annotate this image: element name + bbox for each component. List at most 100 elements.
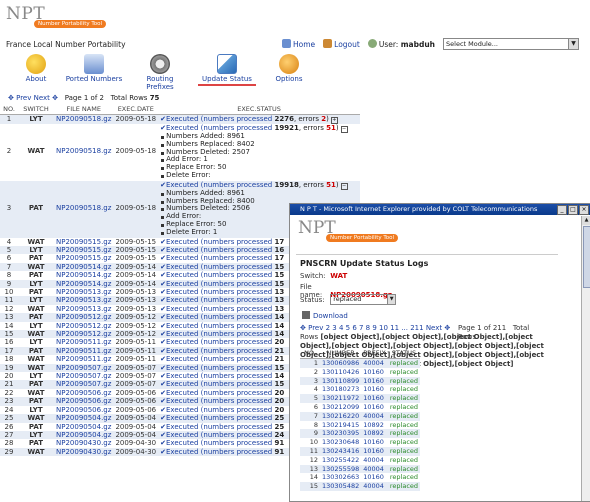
- row-file-link[interactable]: NP20090512.gz: [54, 313, 114, 322]
- update-status-button[interactable]: Update Status: [198, 54, 256, 86]
- log-row-number[interactable]: 130211972: [320, 394, 362, 403]
- row-file-link[interactable]: NP20090513.gz: [54, 288, 113, 296]
- row-no: 24: [4, 405, 14, 414]
- log-row-number[interactable]: 130302663: [320, 473, 361, 482]
- row-file-link[interactable]: NP20090518.gz: [54, 180, 114, 238]
- row-file-link[interactable]: NP20090504.gz: [54, 423, 113, 431]
- home-link-text[interactable]: Home: [293, 40, 315, 49]
- log-row-number[interactable]: 130180273: [320, 385, 361, 394]
- popup-col-status[interactable]: STATUS: [387, 348, 421, 359]
- row-file-link[interactable]: NP20090430.gz: [54, 447, 114, 457]
- row-switch: LYT: [29, 372, 43, 381]
- row-file-link[interactable]: NP20090511.gz: [54, 355, 113, 363]
- row-file-link[interactable]: NP20090511.gz: [54, 346, 114, 356]
- popup-next-link[interactable]: Next ✥: [426, 324, 450, 332]
- prev-link[interactable]: ✥ Prev: [8, 94, 31, 102]
- row-file-link[interactable]: NP20090514.gz: [54, 271, 113, 279]
- ported-numbers-button[interactable]: Ported Numbers: [64, 54, 124, 83]
- row-file-link[interactable]: NP20090513.gz: [54, 296, 114, 305]
- maximize-button[interactable]: □: [568, 205, 578, 215]
- row-file-link[interactable]: NP20090506.gz: [54, 406, 113, 414]
- log-row-no: 14: [309, 473, 318, 482]
- popup-col-prefix[interactable]: PREFIX: [361, 348, 388, 359]
- row-file-link[interactable]: NP20090518.gz: [54, 114, 114, 124]
- numbers-processed-label: (numbers processed: [200, 271, 273, 280]
- popup-scrollbar[interactable]: ▲: [581, 216, 590, 501]
- popup-col-number[interactable]: NUMBER: [320, 348, 362, 359]
- log-row-no: 11: [300, 446, 320, 456]
- user-icon: [367, 39, 377, 48]
- log-row-number[interactable]: 130230395: [320, 429, 362, 439]
- log-row-number[interactable]: 130255422: [320, 456, 361, 465]
- row-no: 26: [4, 422, 14, 431]
- popup-page-links[interactable]: 2 3 4 5 6 7 8 9 10 11 ... 211: [326, 324, 424, 332]
- row-file-link[interactable]: NP20090518.gz: [54, 124, 113, 181]
- log-row-number[interactable]: 130216220: [320, 411, 362, 421]
- log-row-number[interactable]: 130243416: [320, 446, 362, 456]
- popup-col-no[interactable]: NO.: [300, 348, 320, 359]
- scroll-thumb[interactable]: [583, 226, 590, 288]
- scroll-up-icon[interactable]: ▲: [582, 216, 590, 225]
- row-file-link[interactable]: NP20090506.gz: [54, 389, 113, 397]
- minimize-button[interactable]: _: [557, 205, 567, 215]
- logout-link-text[interactable]: Logout: [334, 40, 360, 49]
- row-file-link[interactable]: NP20090515.gz: [54, 245, 114, 255]
- row-file-link[interactable]: NP20090430.gz: [54, 439, 113, 447]
- about-button[interactable]: About: [22, 54, 50, 83]
- log-row-status: replaced: [387, 429, 421, 439]
- row-file-link[interactable]: NP20090504.gz: [54, 430, 114, 440]
- exec-status-label: Executed: [166, 430, 199, 439]
- log-row-number[interactable]: 130230648: [320, 438, 361, 447]
- routing-prefixes-button[interactable]: Routing Prefixes: [132, 54, 188, 91]
- log-row-number[interactable]: 130212099: [320, 403, 361, 412]
- col-file-name[interactable]: FILE NAME: [54, 104, 114, 115]
- row-file-link[interactable]: NP20090513.gz: [54, 305, 113, 313]
- exec-status-label: Executed: [166, 414, 199, 423]
- log-row-number[interactable]: 130110899: [320, 376, 362, 386]
- expand-toggle-icon[interactable]: −: [340, 126, 348, 133]
- row-file-link[interactable]: NP20090515.gz: [54, 238, 113, 246]
- row-file-link[interactable]: NP20090507.gz: [54, 380, 114, 389]
- about-label: About: [25, 75, 47, 83]
- row-file-link[interactable]: NP20090514.gz: [54, 262, 114, 272]
- col-exec-status[interactable]: EXEC.STATUS: [158, 104, 360, 115]
- popup-logo-tagline: Number Portability Tool: [326, 234, 399, 242]
- row-file-link[interactable]: NP20090507.gz: [54, 372, 113, 380]
- row-file-link[interactable]: NP20090514.gz: [54, 279, 114, 288]
- popup-prev-link[interactable]: ✥ Prev: [300, 324, 323, 332]
- module-select[interactable]: Select Module... ▼: [443, 38, 580, 50]
- log-row-number[interactable]: 130060986: [320, 358, 362, 368]
- row-file-link[interactable]: NP20090511.gz: [54, 338, 113, 346]
- next-link[interactable]: Next ✥: [34, 94, 58, 102]
- logout-link[interactable]: Logout: [323, 39, 360, 49]
- log-row-status: replaced: [387, 464, 421, 474]
- log-row-number[interactable]: 130110426: [320, 368, 361, 377]
- numbers-processed-label: (numbers processed: [200, 115, 273, 123]
- status-select[interactable]: replaced ▼: [330, 294, 397, 305]
- row-file-link[interactable]: NP20090506.gz: [54, 397, 114, 406]
- row-file-link[interactable]: NP20090515.gz: [54, 254, 113, 262]
- expand-toggle-icon[interactable]: −: [340, 182, 348, 190]
- log-row-number[interactable]: 130219415: [320, 421, 361, 430]
- col-exec-date[interactable]: EXEC.DATE: [113, 104, 159, 115]
- log-row-number[interactable]: 130255598: [320, 464, 362, 474]
- download-link[interactable]: Download: [302, 311, 348, 320]
- row-no: 29: [0, 447, 18, 457]
- close-button[interactable]: ×: [579, 205, 589, 215]
- log-row-number[interactable]: 130305482: [320, 482, 362, 491]
- row-file-link[interactable]: NP20090512.gz: [54, 322, 113, 330]
- col-switch[interactable]: SWITCH: [18, 104, 54, 115]
- row-file-link[interactable]: NP20090512.gz: [54, 330, 114, 339]
- row-file-link[interactable]: NP20090504.gz: [54, 414, 114, 423]
- log-row-prefix: 10160: [363, 473, 384, 482]
- row-no: 20: [4, 372, 14, 381]
- col-no[interactable]: NO.: [0, 104, 18, 115]
- home-link[interactable]: Home: [282, 39, 315, 49]
- numbers-processed-label: (numbers processed: [200, 124, 273, 132]
- popup-heading: PNSCRN Update Status Logs: [300, 259, 429, 268]
- options-button[interactable]: Options: [272, 54, 306, 83]
- row-no: 28: [4, 439, 14, 448]
- options-icon: [279, 54, 299, 74]
- expand-toggle-icon[interactable]: +: [330, 117, 338, 124]
- row-file-link[interactable]: NP20090507.gz: [54, 363, 114, 373]
